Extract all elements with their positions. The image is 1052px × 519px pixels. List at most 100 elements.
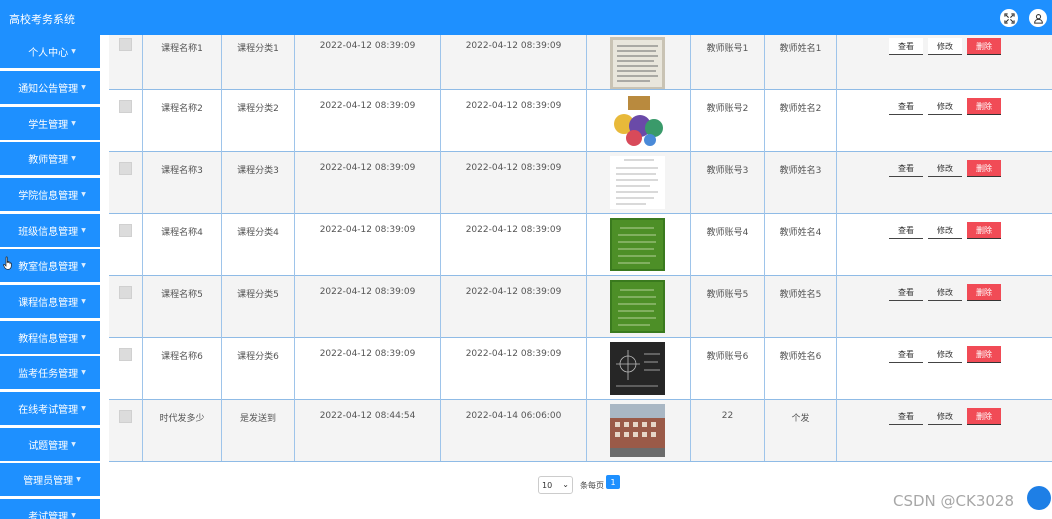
course-category-cell: 课程分类2 (237, 104, 279, 114)
sidebar-item-label: 学生管理 (28, 120, 69, 131)
chevron-down-icon: ▼ (71, 48, 76, 55)
sidebar-item-classrooms[interactable]: 教室信息管理 ▼ (0, 249, 100, 282)
delete-button[interactable]: 删除 (967, 222, 1001, 239)
course-name-cell: 课程名称2 (161, 104, 203, 114)
row-checkbox[interactable] (119, 286, 132, 299)
page-size-select[interactable]: 10 ⌄ (538, 476, 573, 494)
column-divider (294, 35, 295, 461)
updated-time-cell: 2022-04-12 08:39:09 (465, 349, 562, 359)
sidebar-item-teachers[interactable]: 教师管理 ▼ (0, 142, 100, 175)
sidebar-item-admins[interactable]: 管理员管理 ▼ (0, 463, 100, 496)
view-button[interactable]: 查看 (889, 346, 923, 363)
page-number-button[interactable]: 1 (606, 475, 620, 489)
created-time-cell: 2022-04-12 08:39:09 (319, 225, 416, 235)
row-checkbox[interactable] (119, 162, 132, 175)
course-category-cell: 课程分类4 (237, 228, 279, 238)
created-time-cell: 2022-04-12 08:39:09 (319, 287, 416, 297)
chevron-down-icon: ▼ (81, 262, 86, 269)
updated-time-cell: 2022-04-12 08:39:09 (465, 41, 562, 51)
teacher-account-cell: 教师账号6 (706, 352, 749, 362)
sidebar-item-online-exams[interactable]: 在线考试管理 ▼ (0, 392, 100, 425)
table-row: 课程名称4 课程分类4 2022-04-12 08:39:09 2022-04-… (109, 214, 1052, 275)
sidebar-item-tutorials[interactable]: 教程信息管理 ▼ (0, 321, 100, 354)
chevron-down-icon: ▼ (71, 441, 76, 448)
sidebar-item-exams[interactable]: 考试管理 ▼ (0, 499, 100, 519)
delete-button[interactable]: 删除 (967, 284, 1001, 301)
column-divider (690, 35, 691, 461)
sidebar-item-label: 教室信息管理 (18, 262, 79, 273)
course-image (610, 218, 665, 271)
course-image (610, 404, 665, 457)
sidebar-item-colleges[interactable]: 学院信息管理 ▼ (0, 178, 100, 211)
sidebar-item-classes[interactable]: 班级信息管理 ▼ (0, 214, 100, 247)
created-time-cell: 2022-04-12 08:39:09 (319, 41, 416, 51)
sidebar-item-courses[interactable]: 课程信息管理 ▼ (0, 285, 100, 318)
view-button[interactable]: 查看 (889, 284, 923, 301)
updated-time-cell: 2022-04-12 08:39:09 (465, 225, 562, 235)
course-category-cell: 课程分类1 (237, 44, 279, 54)
row-checkbox[interactable] (119, 410, 132, 423)
column-divider (440, 35, 441, 461)
delete-button[interactable]: 删除 (967, 346, 1001, 363)
row-checkbox[interactable] (119, 348, 132, 361)
column-divider (586, 35, 587, 461)
created-time-cell: 2022-04-12 08:39:09 (319, 349, 416, 359)
teacher-name-cell: 教师姓名4 (779, 228, 822, 238)
sidebar-item-students[interactable]: 学生管理 ▼ (0, 107, 100, 140)
sidebar-item-personal-center[interactable]: 个人中心 ▼ (0, 35, 100, 68)
view-button[interactable]: 查看 (889, 160, 923, 177)
delete-button[interactable]: 删除 (967, 160, 1001, 177)
edit-button[interactable]: 修改 (928, 284, 962, 301)
row-checkbox[interactable] (119, 224, 132, 237)
row-checkbox[interactable] (119, 38, 132, 51)
delete-button[interactable]: 删除 (967, 98, 1001, 115)
created-time-cell: 2022-04-12 08:39:09 (319, 101, 416, 111)
chevron-down-icon: ▼ (76, 476, 81, 483)
view-button[interactable]: 查看 (889, 38, 923, 55)
chevron-down-icon: ▼ (71, 120, 76, 127)
course-image (610, 94, 665, 147)
view-button[interactable]: 查看 (889, 98, 923, 115)
delete-button[interactable]: 删除 (967, 408, 1001, 425)
sidebar-item-notices[interactable]: 通知公告管理 ▼ (0, 71, 100, 104)
teacher-account-cell: 教师账号5 (706, 290, 749, 300)
sidebar-item-proctoring[interactable]: 监考任务管理 ▼ (0, 356, 100, 389)
course-name-cell: 课程名称6 (161, 352, 203, 362)
edit-button[interactable]: 修改 (928, 160, 962, 177)
row-checkbox[interactable] (119, 100, 132, 113)
view-button[interactable]: 查看 (889, 408, 923, 425)
sidebar-item-label: 班级信息管理 (18, 227, 79, 238)
sidebar-item-label: 监考任务管理 (18, 369, 79, 380)
chevron-down-icon: ▼ (81, 369, 86, 376)
sidebar-item-questions[interactable]: 试题管理 ▼ (0, 428, 100, 461)
edit-button[interactable]: 修改 (928, 38, 962, 55)
edit-button[interactable]: 修改 (928, 346, 962, 363)
edit-button[interactable]: 修改 (928, 408, 962, 425)
chevron-down-icon: ▼ (81, 84, 86, 91)
user-button[interactable] (1029, 9, 1047, 27)
table-row: 课程名称2 课程分类2 2022-04-12 08:39:09 2022-04-… (109, 90, 1052, 151)
table-row: 课程名称5 课程分类5 2022-04-12 08:39:09 2022-04-… (109, 276, 1052, 337)
view-button[interactable]: 查看 (889, 222, 923, 239)
teacher-account-cell: 22 (721, 411, 734, 421)
teacher-name-cell: 教师姓名6 (779, 352, 822, 362)
edit-button[interactable]: 修改 (928, 98, 962, 115)
created-time-cell: 2022-04-12 08:39:09 (319, 163, 416, 173)
column-divider (836, 35, 837, 461)
sidebar-item-label: 个人中心 (28, 48, 69, 59)
app-title: 高校考务系统 (9, 13, 75, 26)
fullscreen-button[interactable] (1000, 9, 1018, 27)
chevron-down-icon: ▼ (81, 191, 86, 198)
user-icon (1033, 13, 1043, 24)
top-bar: 高校考务系统 (0, 0, 1052, 35)
teacher-account-cell: 教师账号4 (706, 228, 749, 238)
sidebar-item-label: 教师管理 (28, 155, 69, 166)
course-image (610, 342, 665, 395)
course-category-cell: 课程分类5 (237, 290, 279, 300)
teacher-account-cell: 教师账号2 (706, 104, 749, 114)
edit-button[interactable]: 修改 (928, 222, 962, 239)
floating-action-button[interactable] (1027, 486, 1051, 510)
course-name-cell: 课程名称5 (161, 290, 203, 300)
delete-button[interactable]: 删除 (967, 38, 1001, 55)
watermark: CSDN @CK3028 (893, 492, 1015, 510)
